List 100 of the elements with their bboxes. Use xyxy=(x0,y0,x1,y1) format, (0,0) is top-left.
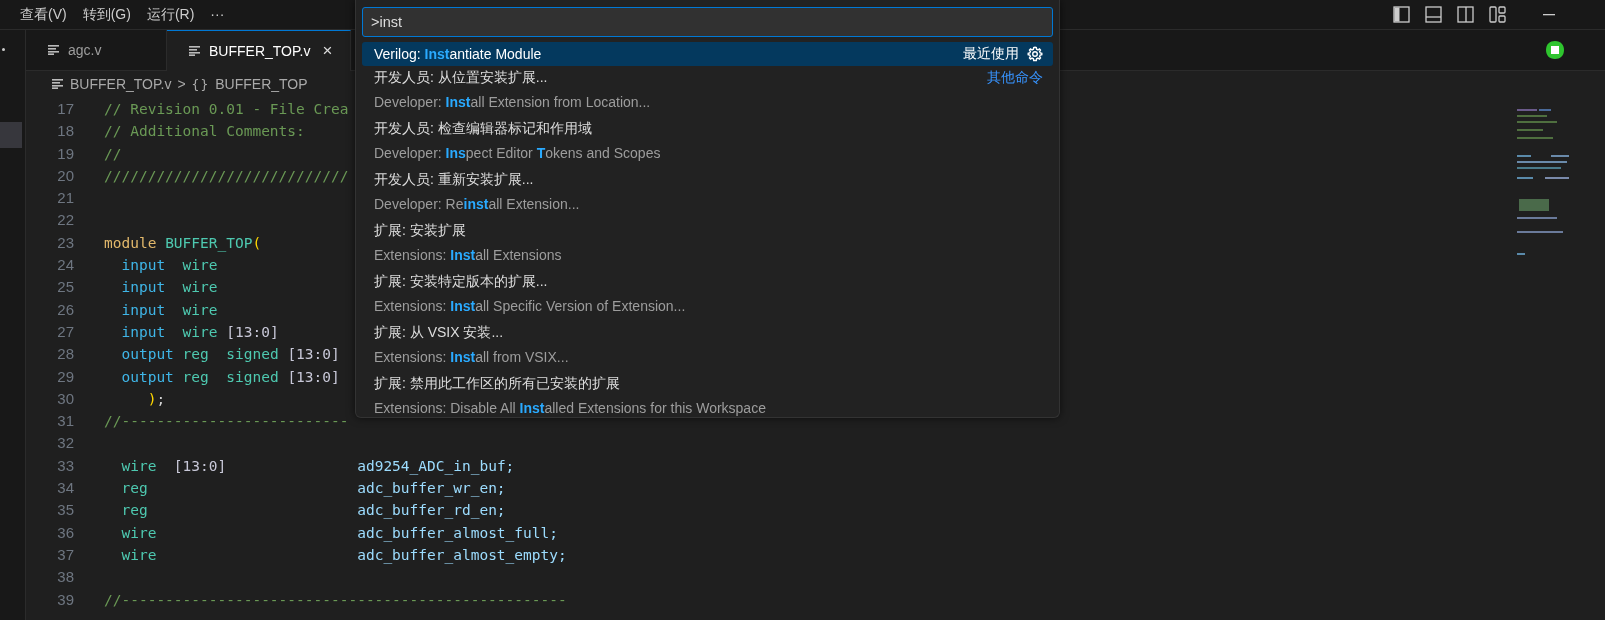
command-detail: Extensions: Install from VSIX... xyxy=(374,348,570,367)
settings-icon[interactable] xyxy=(1027,46,1043,62)
code-token: reg xyxy=(182,368,209,385)
line-number: 27 xyxy=(56,321,75,342)
command-item[interactable]: Verilog: Instantiate Module 最近使用 xyxy=(362,42,1053,66)
code-token: wire xyxy=(182,279,218,296)
panel-toggle-icon[interactable] xyxy=(1425,6,1442,23)
layout-icon[interactable] xyxy=(1489,6,1506,23)
code-token: ad9254_ADC_in_buf; xyxy=(357,457,515,474)
code-token: ) xyxy=(147,390,157,407)
code-token: output xyxy=(121,346,174,363)
editor-tab[interactable]: BUFFER_TOP.v × xyxy=(167,30,352,71)
code-token: [13:0] xyxy=(287,346,340,363)
code-token: ; xyxy=(156,390,166,407)
code-token: wire xyxy=(182,301,218,318)
line-number: 22 xyxy=(56,210,75,231)
line-number: 20 xyxy=(56,165,75,186)
code-token: reg xyxy=(121,480,148,497)
line-number: 23 xyxy=(56,232,75,253)
command-item[interactable]: 开发人员: 检查编辑器标记和作用域 Developer: Inspect Editor Tokens and Scopes xyxy=(362,117,1053,168)
breadcrumb-item[interactable]: BUFFER_TOP.v xyxy=(70,76,172,92)
command-detail: Developer: Reinstall Extension... xyxy=(374,195,581,214)
code-token: module xyxy=(104,234,157,251)
code-token: wire xyxy=(121,524,157,541)
code-token: //////////////////////////// xyxy=(104,167,349,184)
line-number: 32 xyxy=(56,433,75,454)
line-number: 39 xyxy=(56,589,75,610)
breadcrumb-separator: > xyxy=(177,76,186,92)
code-token: wire xyxy=(121,457,157,474)
command-detail: Extensions: Disable All Installed Extensions for this Workspace xyxy=(374,399,767,417)
file-lines-icon xyxy=(189,46,201,56)
line-number: 28 xyxy=(56,344,75,365)
line-number: 34 xyxy=(56,478,75,499)
code-token: // xyxy=(104,145,122,162)
sidebar-toggle-icon[interactable] xyxy=(1393,6,1410,23)
code-token: adc_buffer_wr_en; xyxy=(357,480,506,497)
code-token: adc_buffer_rd_en; xyxy=(357,502,506,519)
menu-item[interactable]: 查看(V) xyxy=(12,5,75,24)
command-item[interactable]: 扩展: 禁用此工作区的所有已安装的扩展 Extensions: Disable All Installed Extensions for this Workspace xyxy=(362,372,1053,417)
split-toggle-icon[interactable] xyxy=(1457,6,1474,23)
line-number: 18 xyxy=(56,121,75,142)
line-number: 26 xyxy=(56,299,75,320)
command-label: 开发人员: 检查编辑器标记和作用域 xyxy=(374,120,593,138)
line-number: 24 xyxy=(56,255,75,276)
command-detail: Extensions: Install Specific Version of Extension... xyxy=(374,297,687,316)
command-item[interactable]: 开发人员: 从位置安装扩展... 其他命令 Developer: Install Extension from Location... xyxy=(362,66,1053,117)
code-token: output xyxy=(121,368,174,385)
menu-item[interactable]: 运行(R) xyxy=(138,5,203,24)
command-item[interactable]: 扩展: 安装扩展 Extensions: Install Extensions xyxy=(362,219,1053,270)
command-detail: Extensions: Install Extensions xyxy=(374,246,563,265)
command-label: 扩展: 禁用此工作区的所有已安装的扩展 xyxy=(374,375,621,393)
command-item[interactable]: 开发人员: 重新安装扩展... Developer: Reinstall Extension... xyxy=(362,168,1053,219)
code-token: reg xyxy=(121,502,148,519)
line-number: 25 xyxy=(56,277,75,298)
code-token: adc_buffer_almost_empty; xyxy=(357,546,567,563)
code-token: [13:0] xyxy=(173,457,227,474)
command-item[interactable]: 扩展: 从 VSIX 安装... Extensions: Install from VSIX... xyxy=(362,321,1053,372)
command-input[interactable]: >inst xyxy=(362,7,1053,37)
code-token: BUFFER_TOP xyxy=(165,234,253,251)
line-number: 37 xyxy=(56,544,75,565)
code-token: wire xyxy=(182,257,218,274)
code-token: input xyxy=(121,257,166,274)
command-label: 扩展: 安装扩展 xyxy=(374,222,467,240)
line-number: 17 xyxy=(56,99,75,119)
command-item[interactable]: 扩展: 安装特定版本的扩展... Extensions: Install Specific Version of Extension... xyxy=(362,270,1053,321)
code-token: //-------------------------- xyxy=(104,413,349,430)
line-number: 33 xyxy=(56,455,75,476)
line-number: 30 xyxy=(56,388,75,409)
line-number: 21 xyxy=(56,188,75,209)
activity-dot-icon xyxy=(2,48,5,51)
code-token: signed xyxy=(226,368,279,385)
code-token: // Additional Comments: xyxy=(104,123,305,140)
menu-item[interactable]: 转到(G) xyxy=(74,5,139,24)
code-token: reg xyxy=(182,346,209,363)
line-number: 29 xyxy=(56,366,75,387)
code-token: input xyxy=(121,301,166,318)
file-lines-icon xyxy=(52,79,64,89)
code-token: signed xyxy=(226,346,279,363)
close-button[interactable]: × xyxy=(322,41,333,61)
line-number: 19 xyxy=(56,143,75,164)
code-token: input xyxy=(121,279,166,296)
file-lines-icon xyxy=(48,45,60,55)
menu-item[interactable]: ··· xyxy=(202,5,233,24)
code-token: // Revision 0.01 - File Crea xyxy=(104,101,349,117)
line-number: 38 xyxy=(56,567,75,588)
code-token: wire xyxy=(121,546,157,563)
chip-icon[interactable] xyxy=(1545,40,1565,60)
command-detail: Developer: Install Extension from Location... xyxy=(374,93,652,112)
command-label: 开发人员: 重新安装扩展... xyxy=(374,171,535,189)
minimize-icon[interactable] xyxy=(1543,13,1555,16)
command-label: 开发人员: 从位置安装扩展... xyxy=(374,69,549,87)
command-label: Verilog: Instantiate Module xyxy=(374,46,543,62)
other-commands-link[interactable]: 其他命令 xyxy=(987,69,1043,87)
code-token: [13:0] xyxy=(287,368,340,385)
command-detail: Developer: Inspect Editor Tokens and Scopes xyxy=(374,144,662,163)
code-token: [13:0] xyxy=(226,323,279,340)
module-symbol-glyph: {} xyxy=(191,76,210,92)
breadcrumb-item[interactable]: BUFFER_TOP xyxy=(215,76,308,92)
code-token: adc_buffer_almost_full; xyxy=(357,524,558,541)
recently-used-label: 最近使用 xyxy=(963,45,1019,63)
